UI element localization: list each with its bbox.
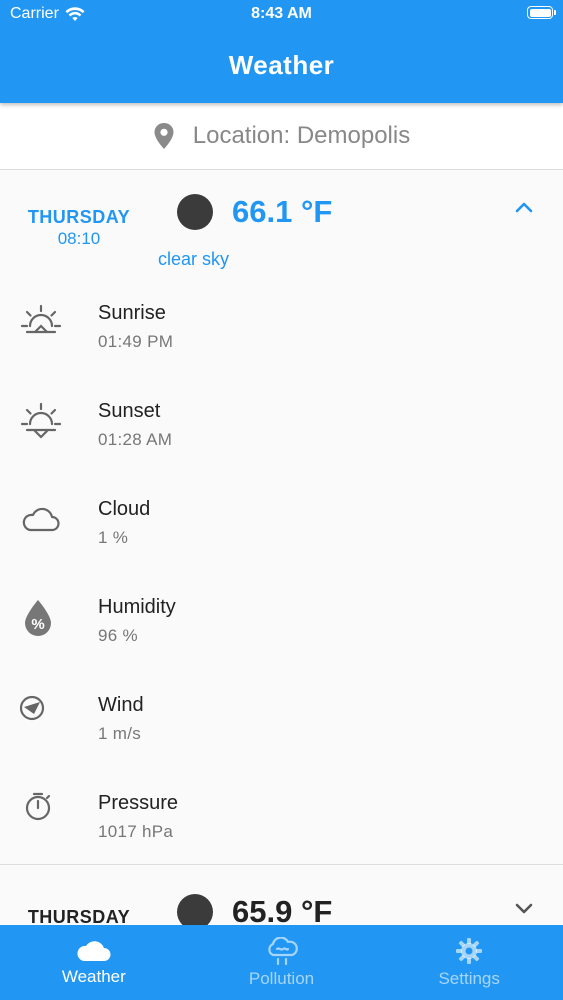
detail-label: Sunrise (98, 302, 166, 324)
chevron-down-icon[interactable] (514, 900, 534, 916)
nav-settings[interactable]: Settings (375, 925, 563, 1000)
detail-value: 1 % (98, 528, 129, 547)
gear-icon (456, 938, 483, 964)
weather-condition-icon (177, 894, 213, 925)
bottom-navigation: Weather Pollution Settings (0, 925, 563, 1000)
app-bar: Carrier 8:43 AM Weather (0, 0, 563, 103)
nav-label: Weather (61, 967, 126, 986)
cloud-icon (22, 507, 60, 532)
detail-value: 01:49 PM (98, 332, 174, 351)
day-time: 08:10 (57, 229, 101, 248)
svg-text:%: % (31, 616, 44, 633)
nav-pollution[interactable]: Pollution (188, 925, 376, 1000)
detail-value: 96 % (98, 626, 138, 645)
location-label: Location: Demopolis (192, 122, 411, 149)
detail-row-sunrise: Sunrise 01:49 PM (0, 302, 563, 400)
location-bar[interactable]: Location: Demopolis (0, 103, 563, 170)
forecast-day: THURSDAY 08:10 (25, 207, 133, 249)
cloud-icon (77, 941, 111, 961)
battery-fill (529, 8, 551, 17)
detail-row-humidity: % Humidity 96 % (0, 596, 563, 694)
wind-icon (19, 695, 45, 721)
detail-label: Humidity (98, 596, 176, 618)
status-time: 8:43 AM (251, 5, 312, 22)
chevron-up-icon[interactable] (514, 200, 534, 216)
weather-condition-icon (177, 194, 213, 230)
detail-row-wind: Wind 1 m/s (0, 694, 563, 792)
status-bar: Carrier 8:43 AM (0, 4, 563, 26)
forecast-day: THURSDAY (25, 907, 133, 925)
detail-value: 01:28 AM (98, 430, 173, 449)
day-name: THURSDAY (27, 207, 131, 227)
pollution-icon (267, 937, 298, 965)
detail-label: Sunset (98, 400, 161, 422)
battery-nub (554, 10, 556, 15)
sunset-icon (20, 402, 62, 439)
temperature: 66.1 °F (232, 194, 333, 229)
nav-weather[interactable]: Weather (0, 925, 188, 1000)
day-name: THURSDAY (27, 907, 131, 925)
detail-value: 1 m/s (98, 724, 142, 743)
location-pin-icon (154, 123, 174, 149)
detail-value: 1017 hPa (98, 822, 174, 841)
forecast-card-collapsed[interactable]: THURSDAY 65.9 °F (0, 865, 563, 925)
sunrise-icon (20, 304, 62, 334)
detail-label: Wind (98, 694, 144, 716)
humidity-icon: % (25, 600, 51, 636)
pressure-icon (25, 792, 51, 821)
weather-description: clear sky (158, 249, 230, 269)
battery-icon (527, 6, 556, 19)
detail-label: Pressure (98, 792, 179, 814)
page-title: Weather (228, 50, 335, 80)
temperature: 65.9 °F (232, 894, 333, 925)
nav-label: Pollution (248, 969, 315, 988)
forecast-card-expanded[interactable]: THURSDAY 08:10 66.1 °F clear sky Sunrise… (0, 170, 563, 865)
detail-row-sunset: Sunset 01:28 AM (0, 400, 563, 498)
detail-row-cloud: Cloud 1 % (0, 498, 563, 596)
nav-label: Settings (438, 969, 500, 988)
detail-label: Cloud (98, 498, 151, 520)
